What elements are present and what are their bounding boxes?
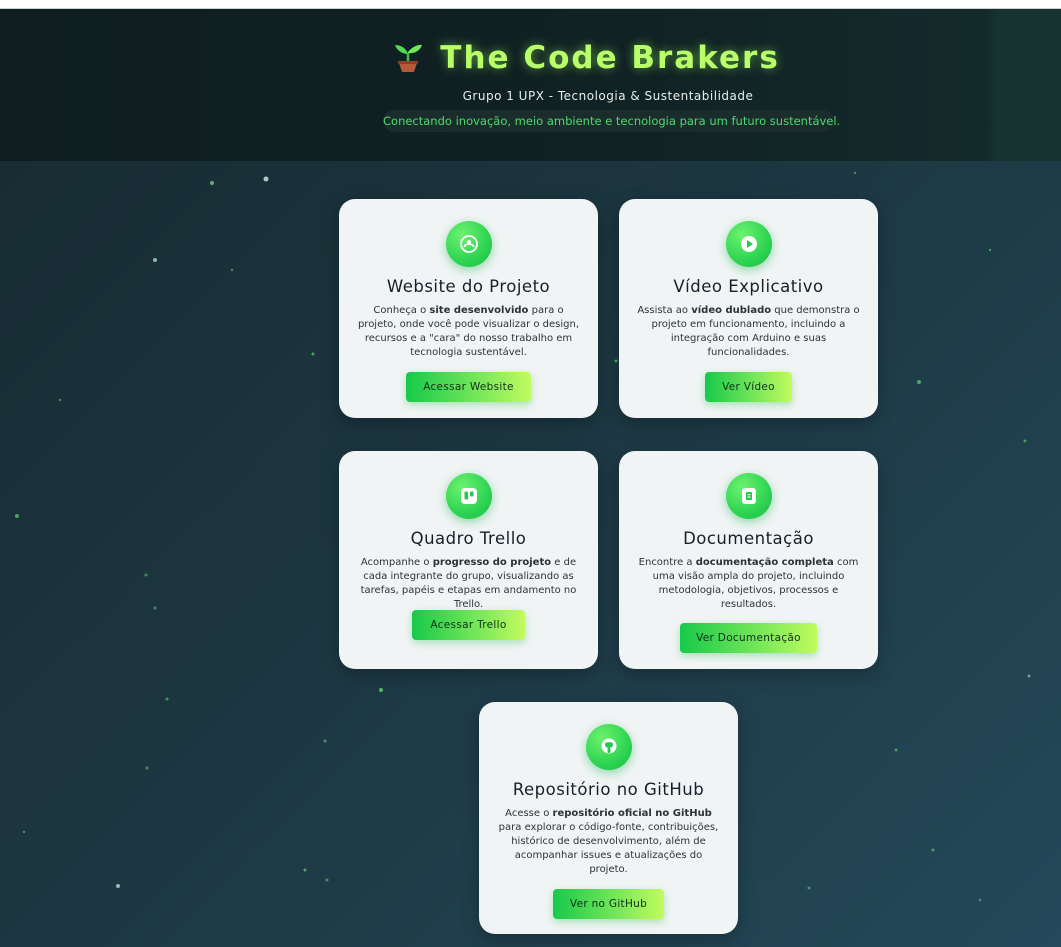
sprout-icon xyxy=(391,39,425,77)
site-subtitle: Grupo 1 UPX - Tecnologia & Sustentabilid… xyxy=(462,89,754,103)
card-description: Assista ao vídeo dublado que demonstra o… xyxy=(637,305,860,358)
watch-video-button[interactable]: Ver Vídeo xyxy=(705,372,792,402)
card-title: Repositório no GitHub xyxy=(512,780,705,799)
card-github: Repositório no GitHub Acesse o repositór… xyxy=(479,702,738,934)
view-documentation-button[interactable]: Ver Documentação xyxy=(680,623,817,653)
card-trello: Quadro Trello Acompanhe o progresso do p… xyxy=(339,451,598,669)
card-title: Website do Projeto xyxy=(386,277,551,296)
browser-top-edge xyxy=(0,0,1061,9)
card-video: Vídeo Explicativo Assista ao vídeo dubla… xyxy=(619,199,878,418)
site-title: The Code Brakers xyxy=(440,40,780,76)
tagline-pill: Conectando inovação, meio ambiente e tec… xyxy=(383,110,840,132)
card-description: Acompanhe o progresso do projeto e de ca… xyxy=(360,557,577,610)
card-title: Quadro Trello xyxy=(410,529,527,548)
card-title: Vídeo Explicativo xyxy=(673,277,824,296)
view-github-button[interactable]: Ver no GitHub xyxy=(553,889,664,919)
card-documentation: Documentação Encontre a documentação com… xyxy=(619,451,878,669)
access-trello-button[interactable]: Acessar Trello xyxy=(412,610,525,640)
card-website: Website do Projeto Conheça o site desenv… xyxy=(339,199,598,418)
play-icon xyxy=(726,221,772,267)
title-row: The Code Brakers xyxy=(0,39,1061,77)
globe-icon xyxy=(446,221,492,267)
document-icon xyxy=(726,473,772,519)
trello-icon xyxy=(446,473,492,519)
github-icon xyxy=(586,724,632,770)
card-description: Conheça o site desenvolvido para o proje… xyxy=(357,305,580,358)
card-title: Documentação xyxy=(683,529,814,548)
access-website-button[interactable]: Acessar Website xyxy=(406,372,531,402)
page-header: The Code Brakers Grupo 1 UPX - Tecnologi… xyxy=(0,9,1061,161)
card-description: Acesse o repositório oficial no GitHub p… xyxy=(498,808,719,875)
card-description: Encontre a documentação completa com uma… xyxy=(638,557,859,610)
